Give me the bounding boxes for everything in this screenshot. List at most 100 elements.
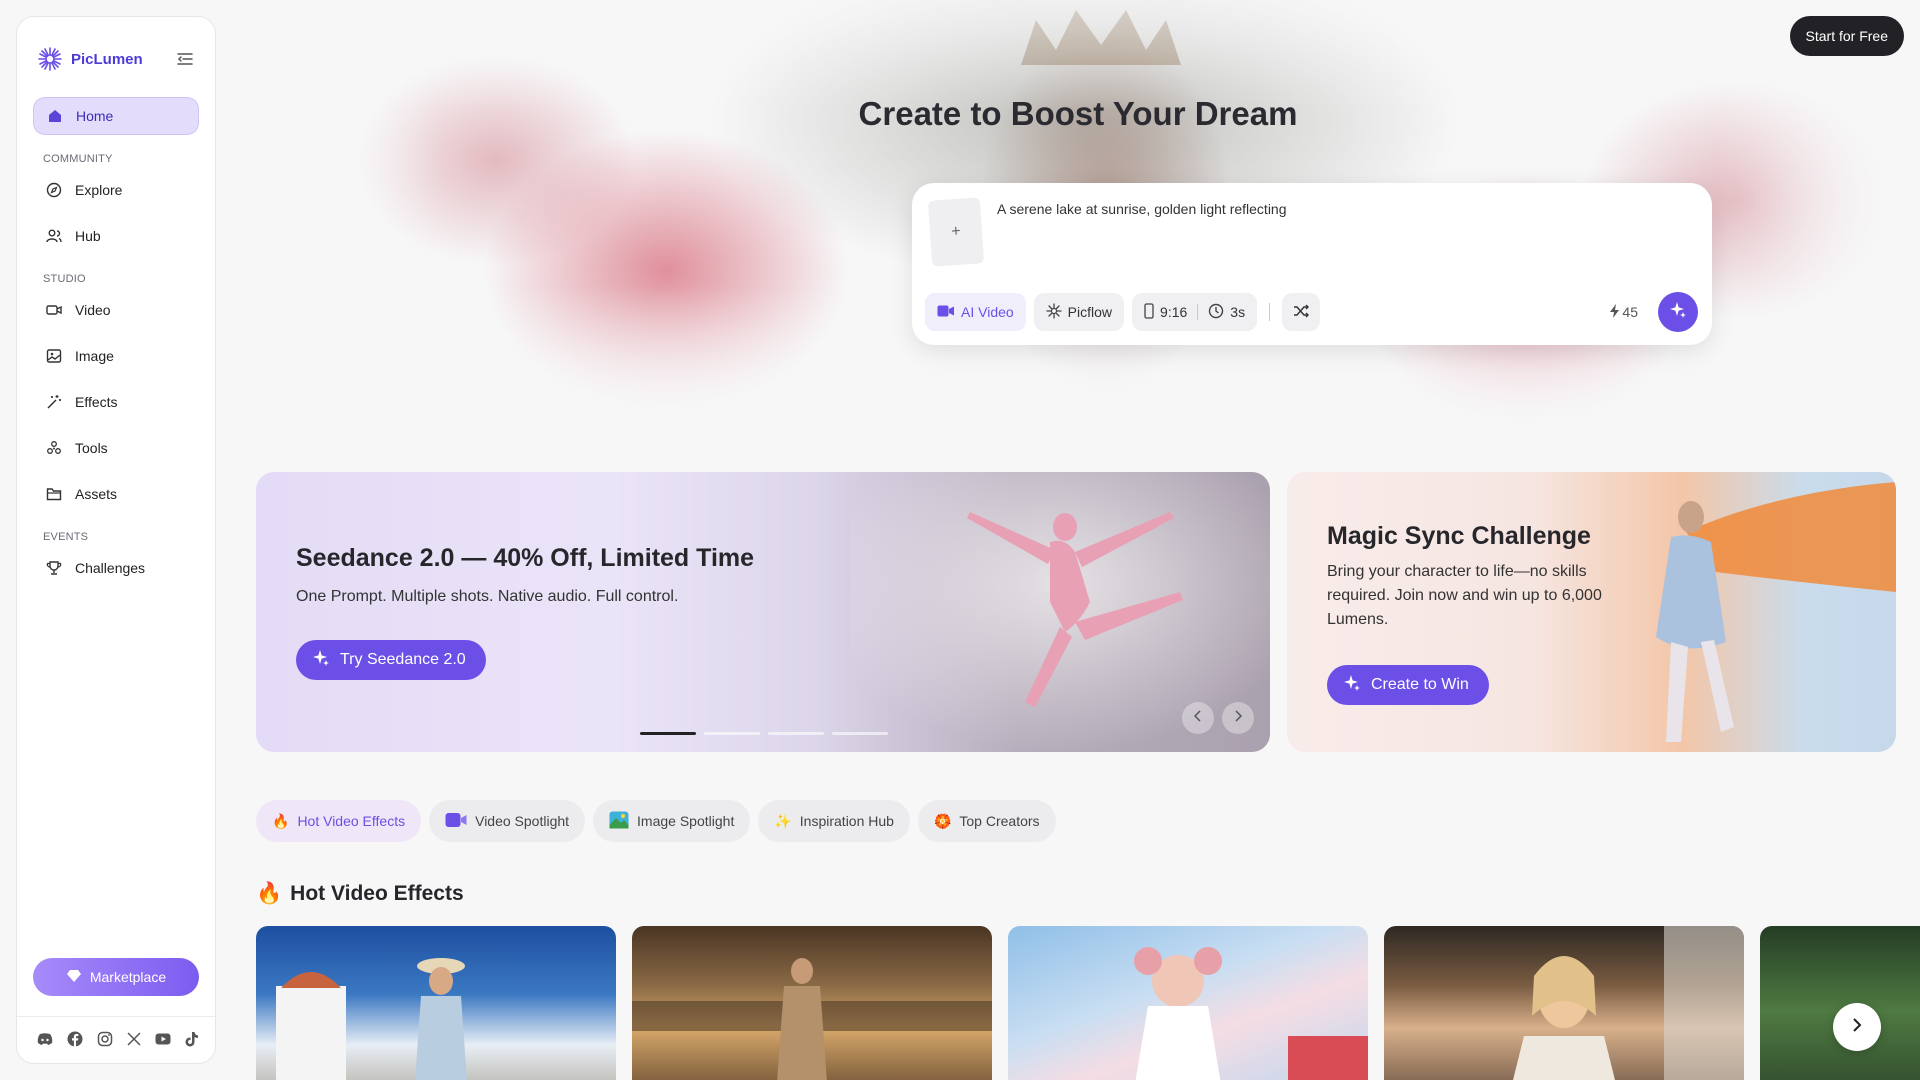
sidebar-item-effects[interactable]: Effects — [33, 383, 199, 421]
instagram-icon[interactable] — [97, 1031, 113, 1047]
model-label: Picflow — [1067, 304, 1113, 320]
sidebar-nav: Home COMMUNITY Explore Hub STUDIO Video — [17, 81, 215, 958]
youtube-icon[interactable] — [155, 1031, 171, 1047]
sidebar-item-tools[interactable]: Tools — [33, 429, 199, 467]
sidebar-item-label: Effects — [75, 394, 118, 410]
cta-label: Try Seedance 2.0 — [340, 651, 466, 668]
tab-top-creators[interactable]: 🏵️ Top Creators — [917, 800, 1056, 842]
sidebar-item-video[interactable]: Video — [33, 291, 199, 329]
shuffle-button[interactable] — [1282, 293, 1321, 331]
effects-carousel — [256, 926, 1920, 1080]
divider — [1269, 303, 1271, 321]
divider — [1197, 304, 1199, 320]
prompt-box: + AI Video Picflow 9:16 — [912, 183, 1712, 345]
card-thumbnail-image — [1134, 947, 1368, 1080]
prompt-toolbar: AI Video Picflow 9:16 3s 45 — [925, 292, 1698, 332]
model-selector[interactable]: Picflow — [1033, 293, 1125, 331]
picflow-model-icon — [1046, 302, 1062, 322]
card-thumbnail-image — [1513, 926, 1744, 1080]
tab-image-spotlight[interactable]: Image Spotlight — [593, 800, 751, 842]
image-icon — [45, 347, 63, 365]
collapse-menu-icon[interactable] — [175, 49, 195, 69]
shuffle-icon — [1293, 304, 1310, 321]
fire-icon: 🔥 — [272, 812, 290, 829]
divider — [17, 1016, 215, 1017]
brand[interactable]: PicLumen — [37, 46, 143, 72]
section-title-text: Hot Video Effects — [290, 882, 464, 905]
upload-image-button[interactable]: + — [927, 197, 985, 267]
diamond-icon — [66, 969, 82, 986]
users-icon — [45, 227, 63, 245]
ratio-duration-selector[interactable]: 9:16 3s — [1132, 293, 1258, 331]
discord-icon[interactable] — [37, 1031, 53, 1047]
banner-subtitle: One Prompt. Multiple shots. Native audio… — [296, 588, 679, 605]
tab-label: Inspiration Hub — [799, 813, 894, 829]
sparkle-icon — [312, 649, 330, 672]
start-for-free-button[interactable]: Start for Free — [1789, 16, 1904, 56]
chevron-right-icon — [1234, 709, 1243, 727]
sparkle-icon — [1343, 674, 1361, 697]
marketplace-button[interactable]: Marketplace — [33, 958, 199, 996]
sidebar-item-hub[interactable]: Hub — [33, 217, 199, 255]
create-to-win-button[interactable]: Create to Win — [1327, 665, 1489, 705]
tab-label: Top Creators — [959, 813, 1040, 829]
sidebar-item-explore[interactable]: Explore — [33, 171, 199, 209]
banner-title: Magic Sync Challenge — [1327, 522, 1591, 550]
section-label-events: EVENTS — [43, 531, 89, 543]
brand-name: PicLumen — [71, 50, 143, 68]
effect-card[interactable] — [632, 926, 992, 1080]
sidebar: PicLumen Home COMMUNITY Explore Hub STUD… — [16, 16, 216, 1064]
sidebar-item-image[interactable]: Image — [33, 337, 199, 375]
sparkles-icon: ✨ — [774, 812, 792, 829]
effect-card[interactable] — [256, 926, 616, 1080]
sidebar-item-label: Hub — [75, 228, 101, 244]
magic-wand-icon — [45, 393, 63, 411]
landscape-icon — [609, 811, 629, 832]
sidebar-item-label: Home — [76, 108, 114, 124]
prompt-input[interactable] — [997, 201, 1677, 217]
banner-title: Seedance 2.0 — 40% Off, Limited Time — [296, 544, 755, 572]
x-icon[interactable] — [127, 1031, 141, 1047]
effect-card[interactable] — [1760, 926, 1920, 1080]
section-title: 🔥 Hot Video Effects — [256, 882, 464, 906]
section-label-community: COMMUNITY — [43, 153, 113, 165]
cta-label: Create to Win — [1371, 676, 1469, 693]
mode-selector[interactable]: AI Video — [925, 293, 1026, 331]
cards-next-button[interactable] — [1833, 1003, 1881, 1051]
card-thumbnail-image — [632, 958, 992, 1080]
clock-icon — [1208, 303, 1224, 322]
section-label-studio: STUDIO — [43, 273, 86, 285]
sidebar-item-label: Assets — [75, 486, 118, 502]
sidebar-item-home[interactable]: Home — [33, 97, 199, 135]
promo-banner-carousel[interactable]: Seedance 2.0 — 40% Off, Limited Time One… — [256, 472, 1270, 752]
facebook-icon[interactable] — [67, 1031, 83, 1047]
effect-card[interactable] — [1384, 926, 1744, 1080]
generate-button[interactable] — [1658, 292, 1698, 332]
effect-card[interactable] — [1008, 926, 1368, 1080]
mode-label: AI Video — [961, 304, 1014, 320]
carousel-dot[interactable] — [704, 732, 760, 735]
carousel-dot[interactable] — [832, 732, 888, 735]
carousel-dot[interactable] — [640, 732, 696, 735]
carousel-next-button[interactable] — [1222, 702, 1254, 734]
video-camera-icon — [937, 304, 955, 321]
sidebar-item-label: Explore — [75, 182, 123, 198]
tiktok-icon[interactable] — [185, 1031, 199, 1047]
marketplace-label: Marketplace — [89, 969, 167, 985]
tab-inspiration-hub[interactable]: ✨ Inspiration Hub — [758, 800, 910, 842]
sidebar-header: PicLumen — [17, 17, 215, 81]
tab-label: Hot Video Effects — [297, 813, 406, 829]
carousel-prev-button[interactable] — [1182, 702, 1214, 734]
try-seedance-button[interactable]: Try Seedance 2.0 — [296, 640, 486, 680]
tab-video-spotlight[interactable]: Video Spotlight — [429, 800, 586, 842]
carousel-dot[interactable] — [768, 732, 824, 735]
sidebar-item-label: Challenges — [75, 560, 146, 576]
card-thumbnail-image — [276, 958, 467, 1080]
hero-title: Create to Boost Your Dream — [858, 95, 1298, 132]
sidebar-item-challenges[interactable]: Challenges — [33, 549, 199, 587]
sidebar-item-assets[interactable]: Assets — [33, 475, 199, 513]
tab-hot-video-effects[interactable]: 🔥 Hot Video Effects — [256, 800, 422, 842]
sparkle-icon — [1669, 301, 1687, 324]
challenge-banner[interactable]: Magic Sync Challenge Bring your characte… — [1287, 472, 1896, 752]
chevron-left-icon — [1193, 709, 1202, 727]
